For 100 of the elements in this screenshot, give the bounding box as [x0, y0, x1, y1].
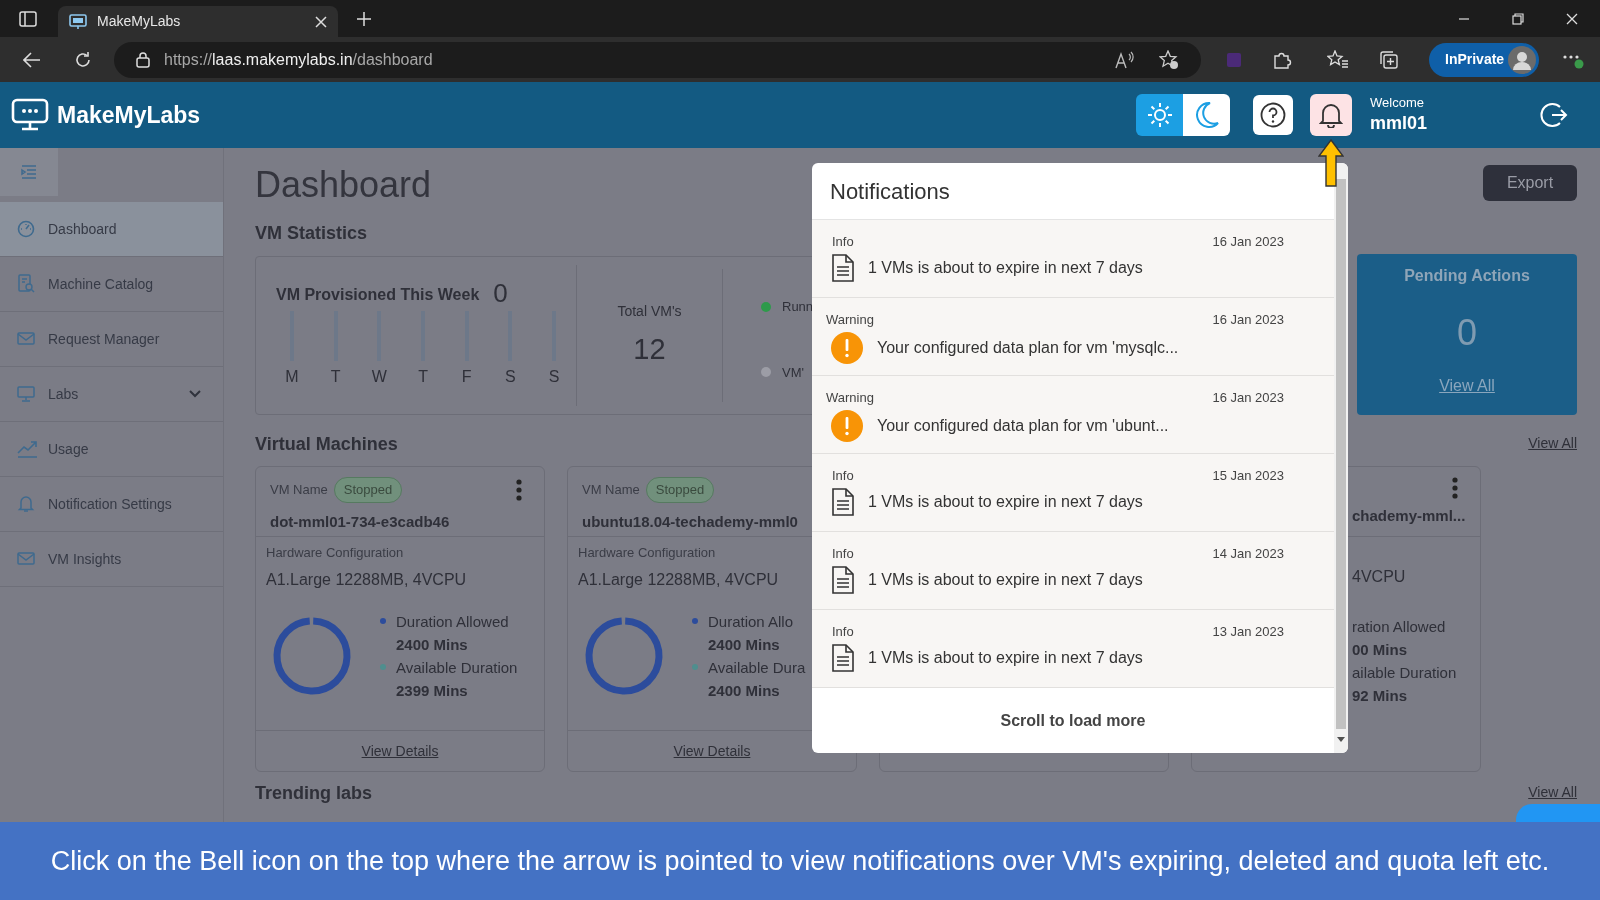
- kebab-menu-icon[interactable]: [516, 478, 522, 501]
- logo-icon: [11, 98, 49, 132]
- sidebar-item[interactable]: Notification Settings: [0, 477, 223, 532]
- help-button[interactable]: [1253, 95, 1293, 135]
- notification-item[interactable]: Info 16 Jan 2023 1 VMs is about to expire in next 7 days: [812, 220, 1334, 298]
- monitor-icon: [69, 13, 87, 30]
- notification-type: Info: [832, 545, 854, 563]
- notification-type: Info: [832, 623, 854, 641]
- inprivate-button[interactable]: InPrivate: [1429, 42, 1539, 77]
- notification-message: 1 VMs is about to expire in next 7 days: [868, 257, 1143, 278]
- document-icon: [832, 253, 854, 282]
- monitor-icon: [17, 384, 37, 404]
- light-mode-button[interactable]: [1136, 94, 1183, 136]
- bullet-icon: [692, 618, 698, 624]
- close-icon[interactable]: [315, 15, 327, 28]
- back-icon[interactable]: [23, 51, 41, 68]
- bell-icon: [1319, 102, 1343, 128]
- logout-icon[interactable]: [1540, 101, 1568, 129]
- warning-icon: [831, 409, 863, 442]
- notification-message: Your configured data plan for vm 'mysqlc...: [877, 337, 1179, 358]
- tab-title: MakeMyLabs: [97, 12, 182, 31]
- sidebar-item[interactable]: VM Insights: [0, 532, 223, 587]
- legend-label: ration Allowed: [1352, 617, 1447, 637]
- kebab-menu-icon[interactable]: [1452, 477, 1458, 499]
- brand-name: MakeMyLabs: [57, 100, 201, 130]
- legend-label: ailable Duration: [1352, 663, 1458, 683]
- legend-value: 2400 Mins: [395, 634, 469, 655]
- card-title: Pending Actions: [1404, 266, 1530, 286]
- url-text: https://laas.makemylabs.in/dashboard: [164, 49, 433, 70]
- notification-item[interactable]: Info 14 Jan 2023 1 VMs is about to expire in next 7 days: [812, 532, 1334, 610]
- refresh-icon[interactable]: [74, 50, 92, 69]
- notification-message: 1 VMs is about to expire in next 7 days: [868, 647, 1143, 668]
- notification-date: 16 Jan 2023: [1212, 389, 1284, 407]
- menu-toggle-button[interactable]: [0, 148, 58, 196]
- bell-icon: [17, 494, 37, 514]
- notification-item[interactable]: Warning 16 Jan 2023 Your configured data plan for vm 'mysqlc...: [812, 298, 1334, 376]
- notification-item[interactable]: Warning 16 Jan 2023 Your configured data plan for vm 'ubunt...: [812, 376, 1334, 454]
- load-more-button[interactable]: Scroll to load more: [1000, 708, 1146, 733]
- view-all-link[interactable]: View All: [1528, 433, 1577, 454]
- new-tab-icon[interactable]: [356, 10, 372, 27]
- legend-label: Available Duration: [396, 657, 518, 678]
- sidebar-item[interactable]: Labs: [0, 367, 223, 422]
- notification-date: 15 Jan 2023: [1212, 467, 1284, 485]
- arrow-icon: [1318, 139, 1344, 187]
- status-badge: Stopped: [645, 477, 715, 503]
- collections-icon[interactable]: [1379, 49, 1399, 70]
- vm-name: dot-mml01-734-e3cadb46: [270, 511, 451, 532]
- sidebar-item[interactable]: Dashboard: [0, 202, 223, 257]
- view-details-link[interactable]: View Details: [361, 740, 439, 762]
- sidebar-item[interactable]: Usage: [0, 422, 223, 477]
- section-heading: Trending labs: [255, 783, 373, 803]
- avatar-icon: [1508, 45, 1536, 74]
- menu-icon: [21, 165, 37, 179]
- document-icon: [832, 643, 854, 672]
- legend-value: 2400 Mins: [707, 680, 781, 701]
- notification-date: 14 Jan 2023: [1212, 545, 1284, 563]
- panel-title: Notifications: [830, 177, 950, 206]
- view-all-link[interactable]: View All: [1528, 782, 1577, 803]
- sidebar-toggle-icon[interactable]: [19, 10, 37, 27]
- favorite-add-icon[interactable]: [1159, 49, 1179, 70]
- notification-type: Info: [832, 233, 854, 251]
- notification-type: Warning: [826, 311, 874, 329]
- notification-message: 1 VMs is about to expire in next 7 days: [868, 491, 1143, 512]
- view-details-link[interactable]: View Details: [673, 740, 751, 762]
- address-field[interactable]: https://laas.makemylabs.in/dashboard: [114, 41, 1201, 78]
- close-icon[interactable]: [1566, 12, 1578, 25]
- legend-label: Available Dura: [708, 657, 806, 678]
- welcome-label: Welcome: [1370, 95, 1425, 111]
- browser-tab[interactable]: MakeMyLabs: [58, 6, 338, 37]
- notification-item[interactable]: Info 15 Jan 2023 1 VMs is about to expire in next 7 days: [812, 454, 1334, 532]
- day-label: S: [548, 367, 560, 387]
- notification-button[interactable]: [1310, 94, 1352, 136]
- sidebar-item[interactable]: Machine Catalog: [0, 257, 223, 312]
- notification-item[interactable]: Info 13 Jan 2023 1 VMs is about to expire in next 7 days: [812, 610, 1334, 688]
- notification-date: 13 Jan 2023: [1212, 623, 1284, 641]
- day-label: W: [371, 367, 387, 387]
- document-icon: [832, 565, 854, 594]
- day-label: M: [285, 367, 299, 387]
- lock-icon: [136, 51, 150, 68]
- bullet-icon: [380, 664, 386, 670]
- favorites-icon[interactable]: [1327, 49, 1349, 70]
- line-chart-icon: [17, 439, 37, 459]
- export-button[interactable]: Export: [1483, 165, 1577, 201]
- help-icon: [1260, 102, 1286, 128]
- field-value: 4VCPU: [1352, 567, 1407, 587]
- warning-icon: [831, 331, 863, 364]
- scrollbar[interactable]: [1334, 163, 1348, 753]
- legend-label: Duration Allo: [708, 611, 794, 632]
- scroll-down-icon[interactable]: [1337, 737, 1345, 742]
- view-all-link[interactable]: View All: [1439, 374, 1495, 398]
- legend-value: 00 Mins: [1352, 640, 1409, 660]
- sidebar-item[interactable]: Request Manager: [0, 312, 223, 367]
- bullet-icon: [692, 664, 698, 670]
- stat-value: 12: [633, 332, 666, 367]
- restore-icon[interactable]: [1512, 12, 1524, 25]
- notification-date: 16 Jan 2023: [1212, 311, 1284, 329]
- read-aloud-icon[interactable]: [1115, 50, 1135, 69]
- stat-value: 0: [493, 279, 508, 307]
- bullet-icon: [380, 618, 386, 624]
- dark-mode-button[interactable]: [1183, 94, 1230, 136]
